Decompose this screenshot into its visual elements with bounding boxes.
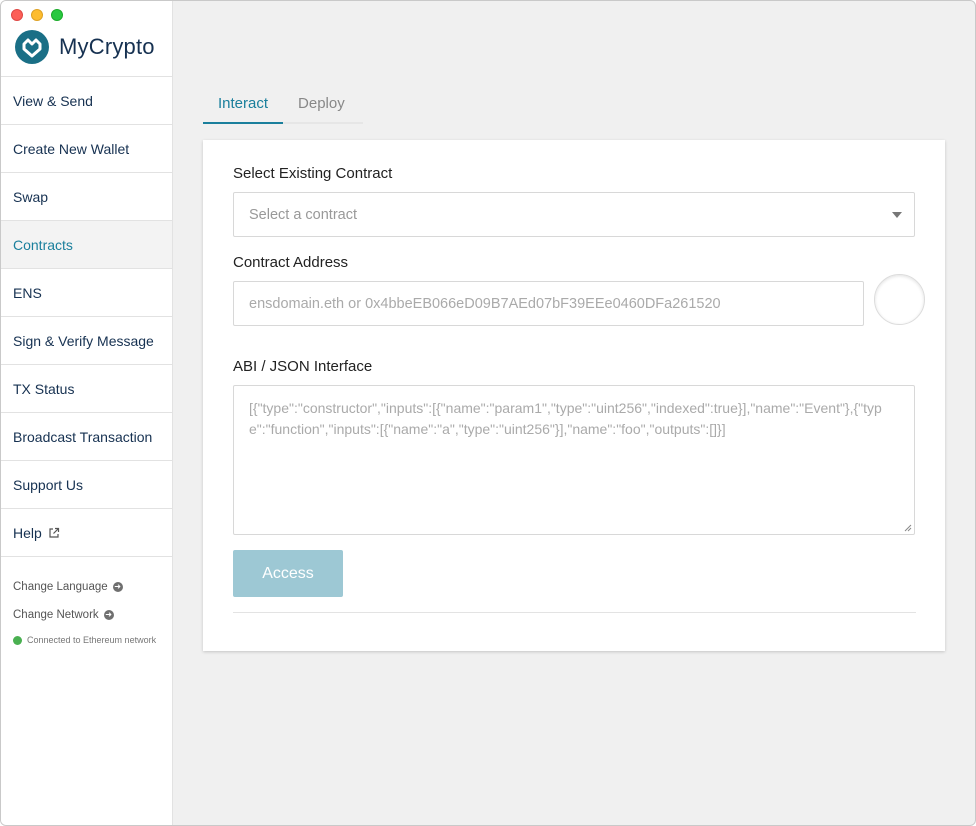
abi-placeholder: [{"type":"constructor","inputs":[{"name"…	[249, 400, 882, 437]
external-link-icon	[49, 527, 59, 538]
tab-deploy[interactable]: Deploy	[283, 87, 360, 122]
close-window-button[interactable]	[11, 9, 23, 21]
contract-address-label: Contract Address	[233, 254, 349, 271]
contract-select[interactable]: Select a contract	[233, 192, 915, 237]
select-contract-label: Select Existing Contract	[233, 165, 393, 182]
network-status: Connected to Ethereum network	[1, 629, 172, 651]
nav-item-swap[interactable]: Swap	[1, 173, 172, 221]
change-network-label: Change Network	[13, 609, 99, 621]
nav-item-ens[interactable]: ENS	[1, 269, 172, 317]
maximize-window-button[interactable]	[51, 9, 63, 21]
nav-item-help[interactable]: Help	[1, 509, 172, 557]
main-nav: View & Send Create New Wallet Swap Contr…	[1, 77, 172, 557]
change-network-link[interactable]: Change Network ➜	[1, 601, 172, 629]
sidebar: MyCrypto View & Send Create New Wallet S…	[1, 1, 173, 825]
arrow-right-circle-icon: ➜	[112, 582, 123, 592]
app-name: MyCrypto	[59, 33, 155, 59]
contract-tabs: Interact Deploy	[203, 87, 363, 124]
access-button[interactable]: Access	[233, 550, 343, 597]
mycrypto-logo-icon	[15, 29, 49, 64]
abi-label: ABI / JSON Interface	[233, 358, 373, 375]
nav-item-sign-verify[interactable]: Sign & Verify Message	[1, 317, 172, 365]
arrow-right-circle-icon: ➜	[103, 610, 114, 620]
nav-item-broadcast[interactable]: Broadcast Transaction	[1, 413, 172, 461]
address-identicon	[874, 274, 925, 325]
interact-card: Select Existing Contract Select a contra…	[203, 140, 945, 651]
window-controls	[11, 9, 63, 21]
nav-item-contracts[interactable]: Contracts	[1, 221, 172, 269]
divider	[233, 612, 916, 613]
nav-item-support[interactable]: Support Us	[1, 461, 172, 509]
abi-textarea[interactable]: [{"type":"constructor","inputs":[{"name"…	[233, 385, 915, 535]
contract-address-input[interactable]: ensdomain.eth or 0x4bbeEB066eD09B7AEd07b…	[233, 281, 864, 326]
minimize-window-button[interactable]	[31, 9, 43, 21]
nav-item-label: Help	[13, 524, 42, 541]
app-window: MyCrypto View & Send Create New Wallet S…	[0, 0, 976, 826]
sidebar-footer: Change Language ➜ Change Network ➜ Conne…	[1, 557, 172, 651]
change-language-label: Change Language	[13, 581, 108, 593]
network-status-text: Connected to Ethereum network	[27, 635, 157, 645]
online-status-icon	[13, 635, 22, 645]
chevron-down-icon	[892, 212, 902, 218]
resize-handle-icon[interactable]	[904, 524, 912, 532]
change-language-link[interactable]: Change Language ➜	[1, 573, 172, 601]
nav-item-tx-status[interactable]: TX Status	[1, 365, 172, 413]
contract-select-value: Select a contract	[249, 206, 357, 223]
tab-interact[interactable]: Interact	[203, 87, 284, 124]
nav-item-create-wallet[interactable]: Create New Wallet	[1, 125, 172, 173]
nav-item-view-send[interactable]: View & Send	[1, 77, 172, 125]
